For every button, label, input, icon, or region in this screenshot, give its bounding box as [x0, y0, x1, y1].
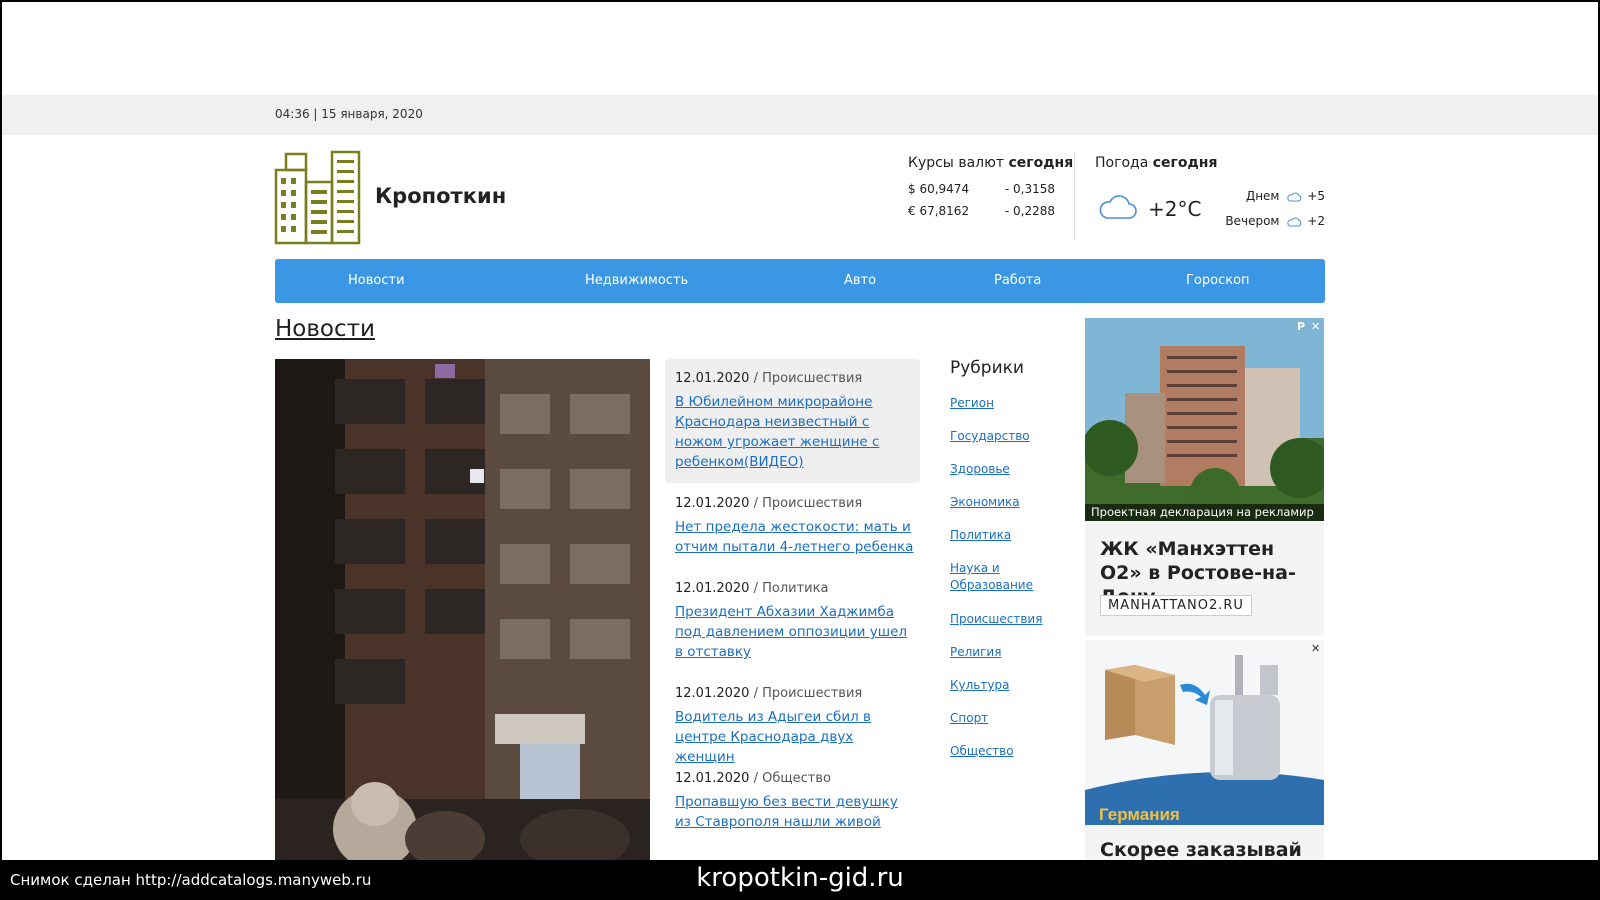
nav-item-realty[interactable]: Недвижимость	[585, 259, 688, 303]
news-meta: 12.01.2020 / Политика	[675, 581, 915, 596]
rubric-link-incidents[interactable]: Происшествия	[950, 611, 1060, 628]
news-date: 12.01.2020	[675, 771, 750, 786]
ad-caption: Проектная декларация на рекламир	[1085, 504, 1324, 521]
news-date: 12.01.2020	[675, 496, 750, 511]
news-date: 12.01.2020	[675, 581, 750, 596]
nav-item-jobs[interactable]: Работа	[994, 259, 1041, 303]
building-photo	[275, 359, 650, 860]
nav-item-auto[interactable]: Авто	[844, 259, 876, 303]
site-domain: kropotkin-gid.ru	[696, 863, 904, 893]
ad-banner-manhattan[interactable]: Р ✕ Проектная декларация на рекламир ЖК …	[1085, 318, 1324, 636]
weather-title-bold: сегодня	[1152, 155, 1218, 171]
nav-item-horoscope[interactable]: Гороскоп	[1186, 259, 1250, 303]
ad-headline[interactable]: Скорее заказывай	[1100, 839, 1302, 861]
currency-change: - 0,3158	[1004, 182, 1055, 196]
news-category: / Политика	[753, 581, 829, 596]
news-category: / Общество	[753, 771, 831, 786]
news-item: 12.01.2020 / Происшествия Нет предела же…	[675, 496, 915, 557]
currency-title-prefix: Курсы валют	[908, 155, 1005, 171]
weather-day-temp: +5	[1307, 189, 1325, 203]
section-title[interactable]: Новости	[275, 316, 375, 342]
rubric-link-health[interactable]: Здоровье	[950, 461, 1060, 478]
rubric-link-sport[interactable]: Спорт	[950, 710, 1060, 727]
currency-rate: € 67,8162	[908, 204, 970, 218]
news-category: / Происшествия	[753, 686, 863, 701]
featured-news-photo[interactable]	[275, 359, 650, 860]
weather-evening-label: Вечером	[1225, 214, 1280, 228]
rubric-link-politics[interactable]: Политика	[950, 527, 1060, 544]
current-datetime: 04:36 | 15 января, 2020	[275, 107, 423, 121]
ad-image: Германия ✕	[1085, 640, 1324, 825]
main-nav: Новости Недвижимость Авто Работа Гороско…	[275, 259, 1325, 303]
news-item: 12.01.2020 / Происшествия Водитель из Ад…	[675, 686, 915, 767]
rubrics-title: Рубрики	[950, 358, 1024, 378]
weather-day: Днем +5	[1246, 189, 1325, 203]
news-meta: 12.01.2020 / Происшествия	[675, 686, 915, 701]
ad-close-icon[interactable]: ✕	[1311, 320, 1320, 333]
news-category: / Происшествия	[753, 496, 863, 511]
date-bar: 04:36 | 15 января, 2020	[2, 95, 1598, 135]
news-item: 12.01.2020 / Происшествия В Юбилейном ми…	[675, 371, 915, 472]
weather-title: Погода сегодня	[1095, 155, 1217, 171]
rubric-link-economy[interactable]: Экономика	[950, 494, 1060, 511]
news-category: / Происшествия	[753, 371, 863, 386]
cloud-icon	[1287, 192, 1302, 201]
weather-current-temp: +2°C	[1148, 197, 1202, 221]
weather-day-label: Днем	[1245, 189, 1280, 203]
news-link[interactable]: Нет предела жестокости: мать и отчим пыт…	[675, 517, 915, 557]
rubric-link-culture[interactable]: Культура	[950, 677, 1060, 694]
ad-image: Р ✕ Проектная декларация на рекламир	[1085, 318, 1324, 521]
currency-rate: $ 60,9474	[908, 182, 970, 196]
header-divider	[1074, 152, 1075, 240]
currency-row-eur: € 67,8162 - 0,2288	[908, 204, 1055, 218]
weather-evening-temp: +2	[1307, 214, 1325, 228]
news-meta: 12.01.2020 / Общество	[675, 771, 915, 786]
cloud-icon	[1099, 195, 1137, 219]
currency-title: Курсы валют сегодня	[908, 155, 1073, 171]
site-logo-icon[interactable]	[274, 150, 361, 245]
cloud-icon	[1287, 217, 1302, 226]
news-meta: 12.01.2020 / Происшествия	[675, 371, 915, 386]
news-link[interactable]: В Юбилейном микрорайоне Краснодара неизв…	[675, 392, 915, 472]
rubric-link-state[interactable]: Государство	[950, 428, 1060, 445]
news-item: 12.01.2020 / Политика Президент Абхазии …	[675, 581, 915, 662]
ad-badge: Р	[1297, 320, 1306, 333]
screenshot-footer-bar: Снимок сделан http://addcatalogs.manyweb…	[0, 860, 1600, 900]
currency-change: - 0,2288	[1004, 204, 1055, 218]
weather-evening: Вечером +2	[1225, 214, 1325, 228]
distiller-ad-image: Германия	[1085, 640, 1324, 825]
news-date: 12.01.2020	[675, 686, 750, 701]
ad-image-text: Германия	[1099, 805, 1180, 824]
news-link[interactable]: Водитель из Адыгеи сбил в центре Краснод…	[675, 707, 915, 767]
news-item: 12.01.2020 / Общество Пропавшую без вест…	[675, 771, 915, 832]
weather-title-prefix: Погода	[1095, 155, 1149, 171]
rubric-link-society[interactable]: Общество	[950, 743, 1060, 760]
ad-close-icon[interactable]: ✕	[1311, 642, 1320, 655]
nav-item-news[interactable]: Новости	[348, 259, 405, 303]
rubric-link-science[interactable]: Наука и Образование	[950, 560, 1060, 594]
ad-banner-still[interactable]: Германия ✕ Скорее заказывай	[1085, 640, 1324, 861]
apartment-render-image	[1085, 318, 1324, 521]
news-link[interactable]: Пропавшую без вести девушку из Ставропол…	[675, 792, 915, 832]
ad-domain-button[interactable]: MANHATTANO2.RU	[1100, 595, 1252, 616]
currency-row-usd: $ 60,9474 - 0,3158	[908, 182, 1055, 196]
site-title[interactable]: Кропоткин	[375, 184, 506, 208]
news-link[interactable]: Президент Абхазии Хаджимба под давлением…	[675, 602, 915, 662]
rubric-link-religion[interactable]: Религия	[950, 644, 1060, 661]
news-date: 12.01.2020	[675, 371, 750, 386]
currency-title-bold: сегодня	[1008, 155, 1074, 171]
news-meta: 12.01.2020 / Происшествия	[675, 496, 915, 511]
rubric-link-region[interactable]: Регион	[950, 395, 1060, 412]
